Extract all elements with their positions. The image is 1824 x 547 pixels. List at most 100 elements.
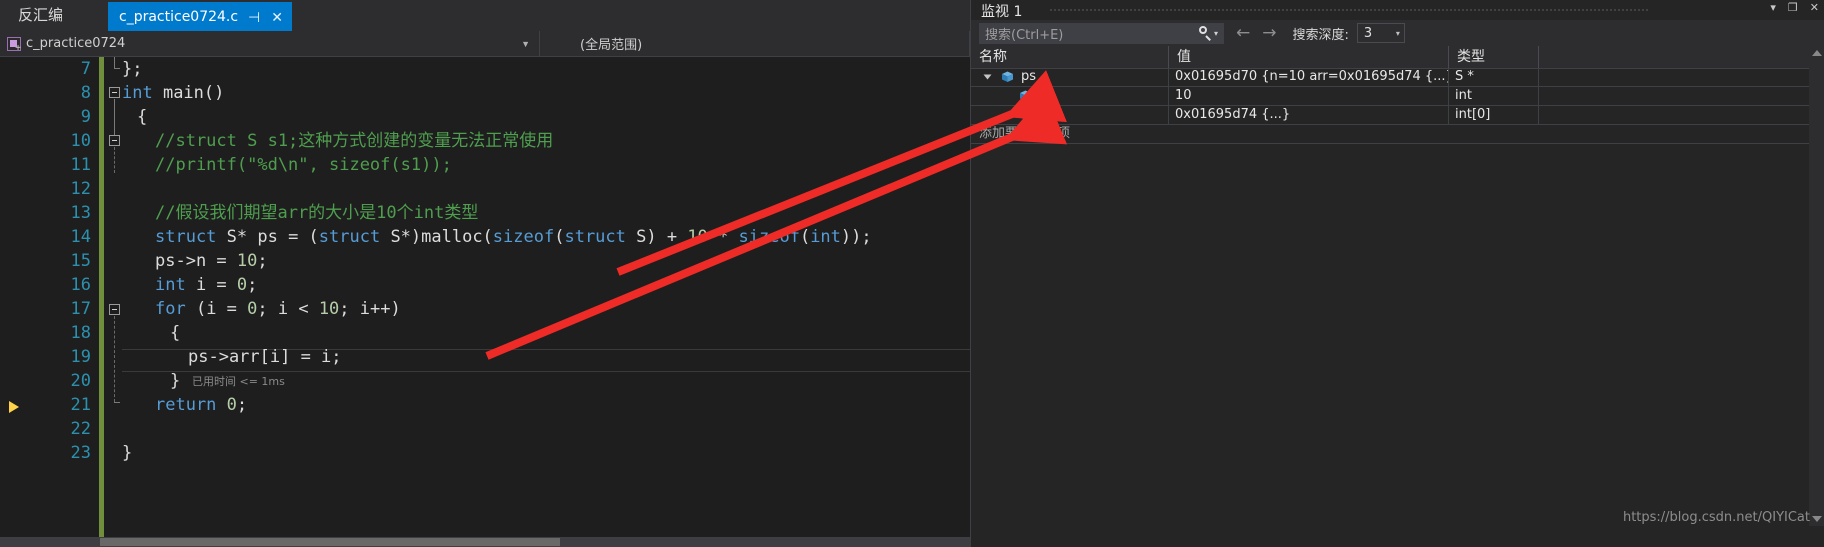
- search-input[interactable]: 搜索(Ctrl+E) ▾: [979, 22, 1224, 44]
- table-row[interactable]: arr 0x01695d74 {...} int[0]: [971, 106, 1824, 125]
- code-token: ; i++): [339, 299, 401, 319]
- code-token: };: [122, 59, 143, 79]
- close-icon[interactable]: ✕: [270, 10, 284, 24]
- code-token: ));: [840, 227, 872, 247]
- line-number: 14: [70, 227, 91, 247]
- fold-line: [114, 99, 116, 139]
- add-watch-row[interactable]: 添加要监视的项: [971, 125, 1824, 144]
- window-float-icon[interactable]: ❐: [1788, 1, 1798, 15]
- code-token: sizeof: [492, 227, 555, 247]
- code-token: int: [122, 83, 153, 103]
- watch-value-cell[interactable]: 10: [1169, 87, 1449, 105]
- table-row[interactable]: n 10 int: [971, 87, 1824, 106]
- watch-title-bar: 监视 1 ▾ ❐ ✕: [971, 0, 1824, 20]
- editor-horizontal-scrollbar[interactable]: [0, 537, 970, 547]
- outlining-margin: [104, 57, 122, 547]
- column-header-name[interactable]: 名称: [971, 46, 1169, 68]
- elapsed-time-adornment: 已用时间 <= 1ms: [192, 375, 285, 388]
- code-comment: //假设我们期望arr的大小是10个int类型: [155, 203, 479, 223]
- fold-toggle-block[interactable]: [109, 135, 120, 146]
- watch-vertical-scrollbar[interactable]: [1809, 46, 1824, 526]
- project-scope-dropdown[interactable]: c_practice0724 ▼: [0, 31, 540, 56]
- code-comment: //struct S s1;这种方式创建的变量无法正常使用: [155, 131, 554, 151]
- code-comment: //printf("%d\n", sizeof(s1));: [155, 155, 452, 175]
- search-icon[interactable]: [1198, 26, 1212, 40]
- tab-disassembly[interactable]: 反汇编: [8, 0, 74, 31]
- scroll-down-arrow-icon[interactable]: [1812, 516, 1822, 522]
- watch-window-title: 监视 1: [981, 4, 1023, 20]
- column-header-type[interactable]: 类型: [1449, 46, 1539, 68]
- line-number: 12: [70, 179, 91, 199]
- fold-line: [114, 316, 116, 402]
- code-token: ;: [236, 395, 248, 415]
- code-token: main(): [152, 83, 225, 103]
- table-row[interactable]: ps 0x01695d70 {n=10 arr=0x01695d74 {...}…: [971, 68, 1824, 87]
- search-next-icon[interactable]: →: [1262, 23, 1276, 43]
- scroll-up-arrow-icon[interactable]: [1812, 50, 1822, 56]
- code-token: i =: [185, 275, 237, 295]
- current-statement-arrow-icon: [9, 401, 19, 413]
- code-token: (: [554, 227, 565, 247]
- window-close-icon[interactable]: ✕: [1810, 1, 1819, 15]
- chevron-down-icon[interactable]: ▾: [1396, 29, 1404, 38]
- code-token: {: [170, 323, 181, 343]
- fold-toggle-main[interactable]: [109, 87, 120, 98]
- watch-type-cell: S *: [1449, 68, 1539, 86]
- watch-name-cell[interactable]: arr: [971, 106, 1169, 124]
- code-token: return: [155, 395, 217, 415]
- code-token: 0: [236, 275, 248, 295]
- scrollbar-thumb[interactable]: [100, 538, 560, 546]
- watch-variable-name: ps: [1021, 69, 1037, 84]
- column-header-value[interactable]: 值: [1169, 46, 1449, 68]
- variable-icon: [1019, 109, 1032, 121]
- expander-triangle-icon[interactable]: [983, 74, 992, 80]
- line-number: 8: [80, 83, 91, 103]
- code-token: (i =: [185, 299, 248, 319]
- line-number: 15: [70, 251, 91, 271]
- code-text[interactable]: }; int main() { //struct S s1;这种方式创建的变量无…: [122, 57, 970, 547]
- code-token: 10: [687, 227, 708, 247]
- variable-icon: [1001, 71, 1014, 83]
- code-token: ; i <: [257, 299, 319, 319]
- fold-tick: [114, 402, 120, 403]
- watch-name-cell[interactable]: n: [971, 87, 1169, 105]
- code-token: S) +: [625, 227, 688, 247]
- window-buttons: ▾ ❐ ✕: [1770, 1, 1819, 15]
- window-dropdown-icon[interactable]: ▾: [1770, 1, 1776, 15]
- pin-icon[interactable]: ⊣: [247, 10, 261, 24]
- navigation-bar: c_practice0724 ▼ (全局范围): [0, 31, 970, 57]
- tab-c-practice0724[interactable]: c_practice0724.c ⊣ ✕: [108, 2, 293, 31]
- search-placeholder: 搜索(Ctrl+E): [985, 27, 1064, 43]
- line-number: 21: [70, 395, 91, 415]
- watch-variable-name: arr: [1039, 107, 1058, 122]
- watch-name-cell[interactable]: ps: [971, 68, 1169, 86]
- code-token: ps->arr[i] = i;: [188, 347, 342, 367]
- code-token: S*)malloc(: [380, 227, 493, 247]
- line-number: 22: [70, 419, 91, 439]
- fold-line: [114, 57, 116, 68]
- code-token: int: [155, 275, 186, 295]
- watch-value-cell[interactable]: 0x01695d70 {n=10 arr=0x01695d74 {...} }: [1169, 68, 1449, 86]
- code-token: 0: [226, 395, 237, 415]
- fold-toggle-for[interactable]: [109, 304, 120, 315]
- member-scope-label: (全局范围): [580, 38, 643, 53]
- search-prev-icon[interactable]: ←: [1236, 23, 1250, 43]
- member-scope-dropdown[interactable]: (全局范围): [540, 31, 970, 56]
- chevron-down-icon[interactable]: ▼: [521, 39, 539, 49]
- code-token: ;: [247, 275, 258, 295]
- code-token: 10: [318, 299, 340, 319]
- line-number: 10: [70, 131, 91, 151]
- line-number: 11: [70, 155, 91, 175]
- code-surface[interactable]: 7 8 9 10 11 12 13 14 15 16 17 18 19 20 2…: [0, 57, 970, 547]
- editor-tab-strip: 反汇编 c_practice0724.c ⊣ ✕: [0, 0, 970, 32]
- project-scope-label: c_practice0724: [26, 36, 126, 51]
- search-options-chevron-icon[interactable]: ▾: [1214, 29, 1218, 38]
- watch-grid-header: 名称 值 类型: [971, 46, 1824, 69]
- line-number: 20: [70, 371, 91, 391]
- search-depth-stepper[interactable]: 3 ▾: [1356, 23, 1405, 43]
- code-token: for: [155, 299, 186, 319]
- code-token: 10: [236, 251, 258, 271]
- watch-window-pane: 监视 1 ▾ ❐ ✕ 搜索(Ctrl+E) ▾ ← → 搜索深度: 3 ▾ 名称: [970, 0, 1824, 547]
- watch-value-cell[interactable]: 0x01695d74 {...}: [1169, 106, 1449, 124]
- code-token: sizeof: [738, 227, 800, 247]
